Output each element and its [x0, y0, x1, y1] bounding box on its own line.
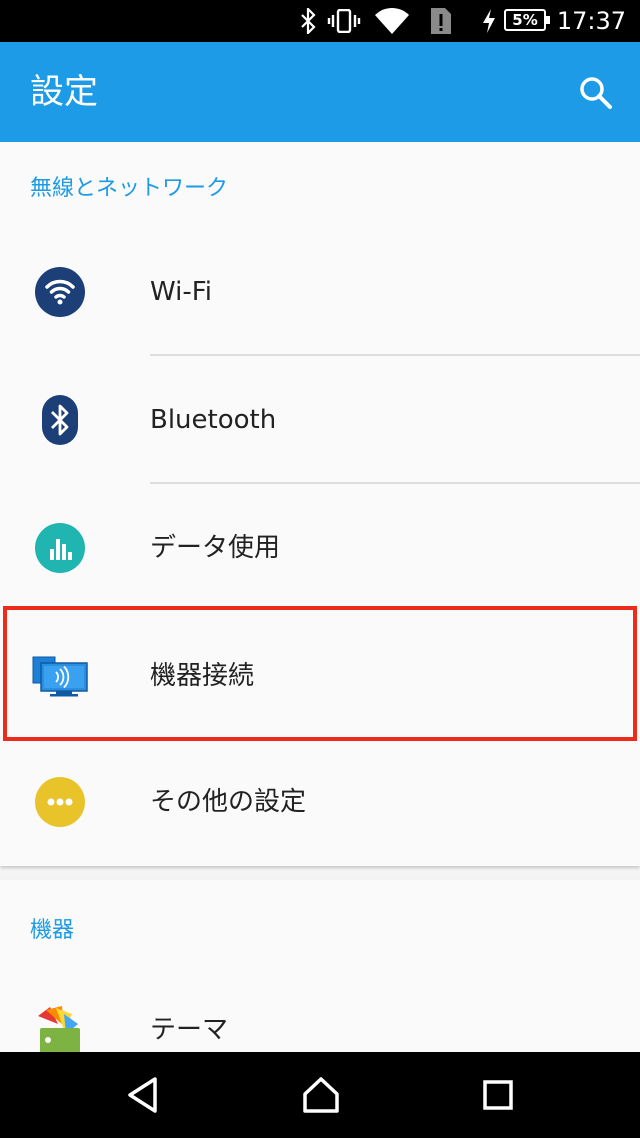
search-button[interactable]	[570, 70, 622, 116]
back-icon	[128, 1077, 157, 1113]
setting-item-bluetooth[interactable]: Bluetooth	[0, 356, 640, 484]
setting-item-label: データ使用	[150, 533, 281, 563]
battery-icon: 5%	[504, 9, 550, 31]
sim-alert-icon	[428, 0, 454, 42]
home-icon	[303, 1077, 339, 1113]
app-bar: 設定	[0, 42, 640, 142]
page-title: 設定	[30, 72, 98, 112]
recents-button[interactable]	[453, 1052, 543, 1138]
data-usage-icon	[34, 522, 86, 574]
bluetooth-icon	[296, 0, 320, 42]
more-icon	[34, 776, 86, 828]
setting-item-label: その他の設定	[150, 787, 307, 817]
bluetooth-icon	[34, 394, 86, 446]
setting-item-more-settings[interactable]: その他の設定	[0, 738, 640, 866]
device-section: 機器 テーマ	[0, 880, 640, 1054]
section-header: 無線とネットワーク	[30, 176, 229, 201]
search-icon	[580, 77, 612, 109]
wifi-icon	[372, 0, 412, 42]
back-button[interactable]	[98, 1052, 188, 1138]
wifi-icon	[34, 266, 86, 318]
navigation-bar	[0, 1052, 640, 1138]
theme-icon	[34, 1004, 86, 1056]
battery-percent: 5%	[512, 11, 538, 29]
setting-item-wifi[interactable]: Wi-Fi	[0, 228, 640, 356]
home-button[interactable]	[276, 1052, 366, 1138]
status-bar: 5% 17:37	[0, 0, 640, 42]
setting-item-label: Bluetooth	[150, 405, 277, 435]
recents-icon	[483, 1080, 513, 1110]
charging-icon	[478, 0, 500, 42]
wireless-network-section: 無線とネットワーク Wi-Fi Bluetooth データ使用 機器接続 その他…	[0, 142, 640, 866]
highlight-box	[3, 606, 637, 741]
setting-item-data-usage[interactable]: データ使用	[0, 484, 640, 612]
clock: 17:37	[556, 7, 626, 35]
section-header: 機器	[30, 918, 75, 943]
vibrate-icon	[326, 0, 362, 42]
setting-item-label: Wi-Fi	[150, 277, 213, 307]
